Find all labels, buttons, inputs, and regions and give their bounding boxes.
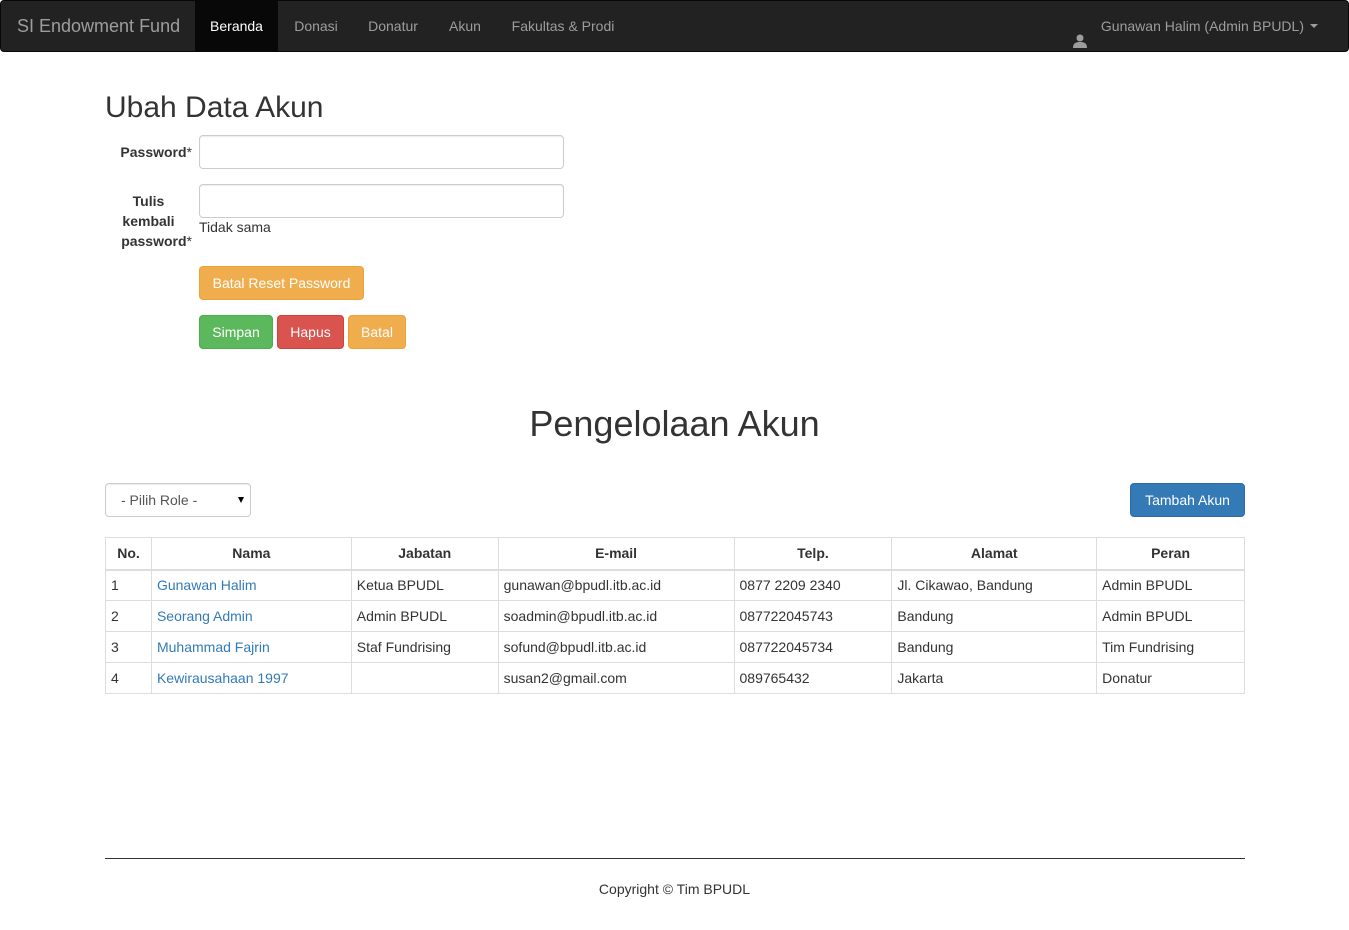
- cell-telp: 0877 2209 2340: [733, 569, 893, 601]
- retype-password-label: Tulis kembali password*: [105, 191, 192, 251]
- user-name: Gunawan Halim (Admin BPUDL): [1100, 18, 1304, 34]
- column-header-alamat: Alamat: [891, 537, 1098, 571]
- column-header-jabatan: Jabatan: [350, 537, 499, 571]
- accounts-table: No. Nama Jabatan E-mail Telp. Alamat Per…: [105, 537, 1245, 694]
- nav-item-akun[interactable]: Akun: [434, 1, 496, 51]
- table-row: 1 Gunawan Halim Ketua BPUDL gunawan@bpud…: [105, 569, 1245, 601]
- cell-jabatan: Admin BPUDL: [350, 600, 499, 632]
- retype-label-line1: Tulis: [132, 193, 165, 209]
- password-label-text: Password: [120, 144, 187, 160]
- top-navbar: SI Endowment Fund Beranda Donasi Donatur…: [0, 0, 1349, 52]
- cell-jabatan: [350, 662, 499, 694]
- column-header-peran: Peran: [1096, 537, 1245, 571]
- role-select[interactable]: - Pilih Role -: [105, 483, 251, 517]
- account-name-link[interactable]: Seorang Admin: [157, 608, 253, 624]
- cell-telp: 089765432: [733, 662, 893, 694]
- cell-email: susan2@gmail.com: [497, 662, 735, 694]
- table-row: 4 Kewirausahaan 1997 susan2@gmail.com 08…: [105, 662, 1245, 694]
- cell-jabatan: Ketua BPUDL: [350, 569, 499, 601]
- required-mark: *: [186, 144, 192, 160]
- nav-item-donatur[interactable]: Donatur: [353, 1, 433, 51]
- account-name-link[interactable]: Muhammad Fajrin: [157, 639, 270, 655]
- cell-no: 4: [105, 662, 152, 694]
- brand-link[interactable]: SI Endowment Fund: [17, 1, 180, 51]
- section-title: Pengelolaan Akun: [529, 403, 820, 444]
- password-label: Password*: [105, 142, 192, 162]
- column-header-telp: Telp.: [733, 537, 893, 571]
- cell-peran: Donatur: [1096, 662, 1245, 694]
- cell-email: soadmin@bpudl.itb.ac.id: [497, 600, 735, 632]
- delete-button[interactable]: Hapus: [277, 315, 344, 349]
- cancel-button[interactable]: Batal: [348, 315, 406, 349]
- nav-item-fakultas-prodi[interactable]: Fakultas & Prodi: [496, 1, 630, 51]
- column-header-email: E-mail: [497, 537, 735, 571]
- cell-peran: Tim Fundrising: [1096, 631, 1245, 663]
- retype-label-line2: kembali: [122, 213, 175, 229]
- cell-no: 3: [105, 631, 152, 663]
- cell-no: 2: [105, 600, 152, 632]
- cell-telp: 087722045734: [733, 631, 893, 663]
- cell-alamat: Bandung: [891, 631, 1098, 663]
- role-select-value: - Pilih Role -: [121, 492, 198, 508]
- nav-item-beranda[interactable]: Beranda: [195, 1, 278, 51]
- cell-alamat: Jakarta: [891, 662, 1098, 694]
- cell-alamat: Jl. Cikawao, Bandung: [891, 569, 1098, 601]
- footer-divider: [105, 858, 1245, 859]
- caret-down-icon: [1310, 24, 1318, 28]
- cell-nama: Seorang Admin: [150, 600, 352, 632]
- cancel-reset-password-button[interactable]: Batal Reset Password: [199, 266, 364, 300]
- table-row: 2 Seorang Admin Admin BPUDL soadmin@bpud…: [105, 600, 1245, 632]
- cell-telp: 087722045743: [733, 600, 893, 632]
- cell-nama: Muhammad Fajrin: [150, 631, 352, 663]
- form-title: Ubah Data Akun: [105, 91, 324, 124]
- cell-no: 1: [105, 569, 152, 601]
- add-account-button[interactable]: Tambah Akun: [1130, 483, 1245, 517]
- table-row: 3 Muhammad Fajrin Staf Fundrising sofund…: [105, 631, 1245, 663]
- retype-password-input[interactable]: [199, 184, 564, 218]
- cell-peran: Admin BPUDL: [1096, 569, 1245, 601]
- footer-copyright: Copyright © Tim BPUDL: [598, 881, 751, 897]
- column-header-no: No.: [105, 537, 152, 571]
- cell-alamat: Bandung: [891, 600, 1098, 632]
- password-mismatch-text: Tidak sama: [199, 219, 271, 235]
- password-input[interactable]: [199, 135, 564, 169]
- account-name-link[interactable]: Gunawan Halim: [157, 577, 257, 593]
- cell-jabatan: Staf Fundrising: [350, 631, 499, 663]
- retype-label-line3: password: [121, 233, 187, 249]
- nav-item-donasi[interactable]: Donasi: [279, 1, 353, 51]
- cell-email: gunawan@bpudl.itb.ac.id: [497, 569, 735, 601]
- dropdown-arrow-icon: [238, 497, 244, 503]
- cell-peran: Admin BPUDL: [1096, 600, 1245, 632]
- user-menu-dropdown[interactable]: Gunawan Halim (Admin BPUDL): [1072, 1, 1318, 51]
- cell-email: sofund@bpudl.itb.ac.id: [497, 631, 735, 663]
- table-header-row: No. Nama Jabatan E-mail Telp. Alamat Per…: [105, 537, 1245, 571]
- account-name-link[interactable]: Kewirausahaan 1997: [157, 670, 289, 686]
- required-mark: *: [186, 233, 192, 249]
- save-button[interactable]: Simpan: [199, 315, 273, 349]
- column-header-nama: Nama: [150, 537, 352, 571]
- cell-nama: Kewirausahaan 1997: [150, 662, 352, 694]
- cell-nama: Gunawan Halim: [150, 569, 352, 601]
- user-icon: [1072, 18, 1087, 48]
